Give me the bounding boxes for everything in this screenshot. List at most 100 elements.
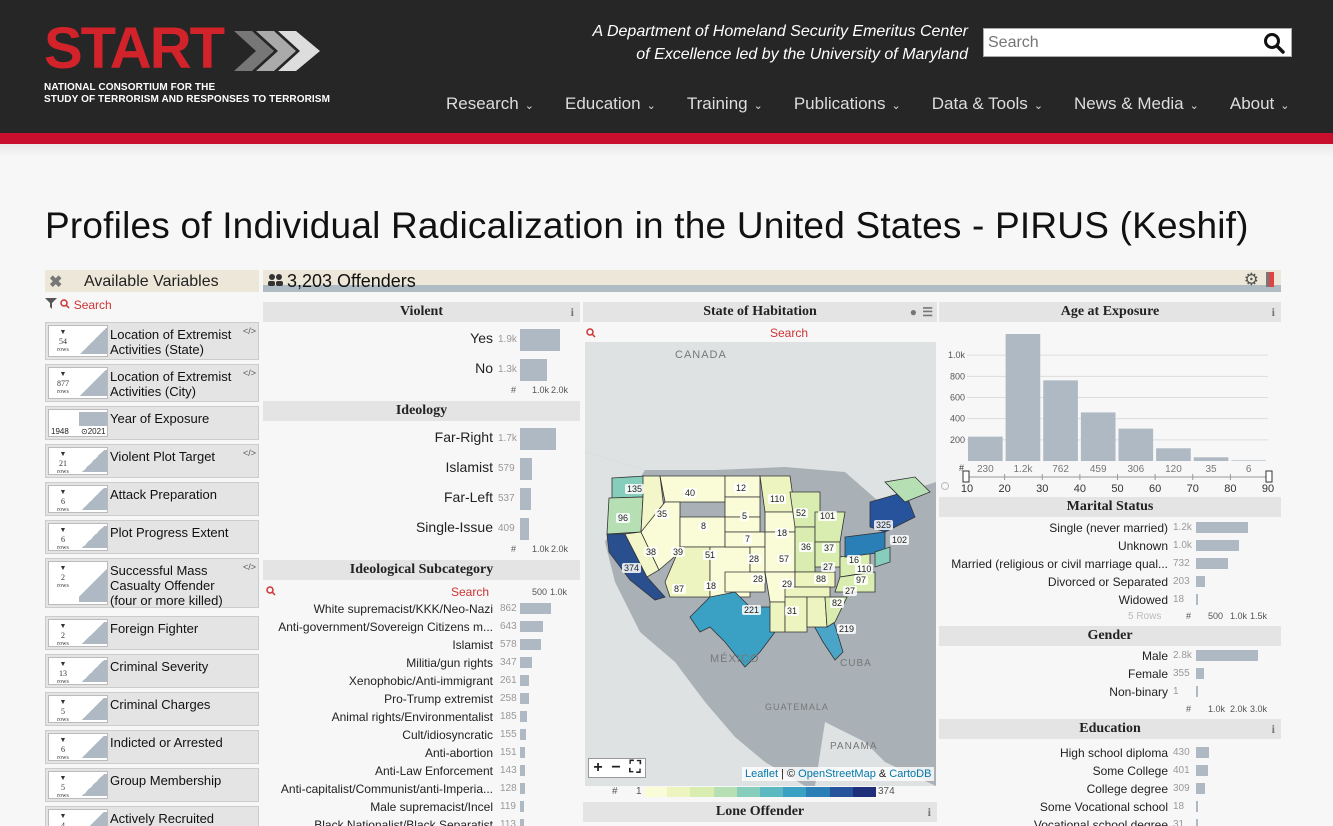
category-bar[interactable] [520,329,560,351]
category-row[interactable]: No [263,360,493,378]
code-icon[interactable]: </> [243,562,256,572]
map-search-icon[interactable] [586,327,596,341]
nav-item-news-media[interactable]: News & Media ⌄ [1074,94,1199,114]
subcategory-panel-title[interactable]: Ideological Subcategory [263,560,580,580]
gear-icon[interactable]: ⚙ [1244,270,1259,290]
state-count-label[interactable]: 35 [655,509,670,519]
age-bar[interactable] [1043,380,1078,461]
info-icon[interactable]: i [1272,302,1275,322]
violent-panel-title[interactable]: Violent i [263,302,580,322]
state-count-label[interactable]: 87 [672,584,687,594]
age-histogram[interactable]: 1.0k800600400200230 1.2k 762 459 306 120 35 6#1… [939,324,1281,496]
age-bar[interactable] [1231,460,1266,461]
state-count-label[interactable]: 101 [818,511,838,521]
state-count-label[interactable]: 325 [874,520,894,530]
code-icon[interactable]: </> [243,448,256,458]
state-count-label[interactable]: 31 [785,606,800,616]
zoom-out-icon[interactable]: − [611,759,620,777]
variable-item[interactable]: ▼ 13 rows Criminal Severity [45,654,259,688]
ideology-panel-title[interactable]: Ideology [263,401,580,421]
state-count-label[interactable]: 88 [814,574,829,584]
state-count-label[interactable]: 96 [616,513,631,523]
category-bar[interactable] [1196,522,1248,533]
subcategory-row[interactable]: Anti-abortion [263,744,493,762]
code-icon[interactable]: </> [243,326,256,336]
category-row[interactable]: Widowed [939,591,1168,609]
subcategory-bar[interactable] [520,657,532,668]
code-icon[interactable]: </> [243,368,256,378]
state-count-label[interactable]: 102 [890,535,910,545]
state-count-label[interactable]: 8 [699,521,709,531]
subcategory-row[interactable]: Male supremacist/Incel [263,798,493,816]
state-count-label[interactable]: 38 [644,547,659,557]
marital-more-rows[interactable]: 5 Rows [1128,611,1161,622]
subcategory-bar[interactable] [520,639,541,650]
state-count-label[interactable]: 5 [740,511,750,521]
category-row[interactable]: Far-Left [263,489,493,507]
category-bar[interactable] [520,518,529,540]
subcategory-row[interactable]: Anti-capitalist/Communist/anti-Imperia..… [263,780,493,798]
info-icon[interactable]: i [571,302,574,322]
gender-panel-title[interactable]: Gender [939,626,1281,646]
state-count-label[interactable]: 97 [854,575,869,585]
subcategory-row[interactable]: Black Nationalist/Black Separatist [263,816,493,826]
subcategory-bar[interactable] [520,693,529,704]
state-count-label[interactable]: 18 [775,528,790,538]
age-bar[interactable] [1156,448,1191,461]
category-row[interactable]: Single-Issue [263,519,493,537]
state-map[interactable]: CANADA MÉXICO CUBA GUATEMALA PANAMA 135 4… [585,342,936,786]
state-count-label[interactable]: 57 [777,554,792,564]
state-count-label[interactable]: 27 [843,586,858,596]
variable-item[interactable]: ▼ 6 rows Plot Progress Extent [45,520,259,554]
age-bar[interactable] [1080,412,1116,461]
keshif-flag-icon[interactable] [1266,272,1274,287]
lone-offender-panel-title[interactable]: Lone Offender i [583,802,937,822]
subcategory-search[interactable] [266,585,276,599]
category-row[interactable]: Far-Right [263,429,493,447]
category-row[interactable]: Male [939,647,1168,665]
zoom-in-icon[interactable]: + [593,759,602,777]
age-bar[interactable] [1193,457,1229,461]
state-count-label[interactable]: 374 [622,563,642,573]
variable-item[interactable]: ▼ 6 rows Attack Preparation [45,482,259,516]
site-search-input[interactable] [984,29,1254,56]
map-search-label[interactable]: Search [770,326,808,340]
state-count-label[interactable]: 28 [751,574,766,584]
category-row[interactable]: High school diploma [939,744,1168,762]
subcategory-bar[interactable] [520,621,543,632]
age-bar[interactable] [1118,428,1154,461]
variable-item[interactable]: ▼ 54 rows Location of Extremist Activities … [45,322,259,360]
age-bar[interactable] [1005,334,1041,461]
state-count-label[interactable]: 29 [780,579,795,589]
category-bar[interactable] [1196,558,1228,569]
state-count-label[interactable]: 82 [830,598,845,608]
state-count-label[interactable]: 27 [821,562,836,572]
state-count-label[interactable]: 219 [837,624,857,634]
map-panel-title[interactable]: State of Habitation ☰ ● [583,302,937,322]
category-row[interactable]: Some Vocational school [939,798,1168,816]
nav-item-data-tools[interactable]: Data & Tools ⌄ [932,94,1043,114]
state-count-label[interactable]: 28 [747,554,762,564]
category-row[interactable]: Single (never married) [939,519,1168,537]
category-bar[interactable] [1196,594,1198,605]
variable-item[interactable]: ▼ 2 rows Successful Mass Casualty Offender … [45,558,259,608]
variable-item[interactable]: ▼ 6 rows Indicted or Arrested [45,730,259,764]
list-icon[interactable]: ☰ [922,302,933,322]
state-count-label[interactable]: 12 [734,483,749,493]
start-logo[interactable]: START NATIONAL CONSORTIUM FOR THE STUDY … [44,20,330,106]
state-count-label[interactable]: 40 [683,488,698,498]
category-bar[interactable] [1196,650,1258,661]
category-row[interactable]: Yes [263,330,493,348]
state-count-label[interactable]: 110 [768,494,787,504]
variable-item[interactable]: ▼ 21 rows Violent Plot Target </> [45,444,259,478]
fullscreen-icon[interactable]: ⛶ [629,759,640,777]
info-icon[interactable]: i [1272,719,1275,739]
category-row[interactable]: Married (religious or civil marriage qua… [939,555,1168,573]
close-icon[interactable]: ✖ [49,272,62,292]
subcategory-bar[interactable] [520,675,529,686]
category-row[interactable]: Divorced or Separated [939,573,1168,591]
filter-icon[interactable] [45,298,57,309]
subcategory-row[interactable]: Animal rights/Environmentalist [263,708,493,726]
globe-icon[interactable]: ● [910,302,917,322]
state-count-label[interactable]: 7 [743,534,753,544]
